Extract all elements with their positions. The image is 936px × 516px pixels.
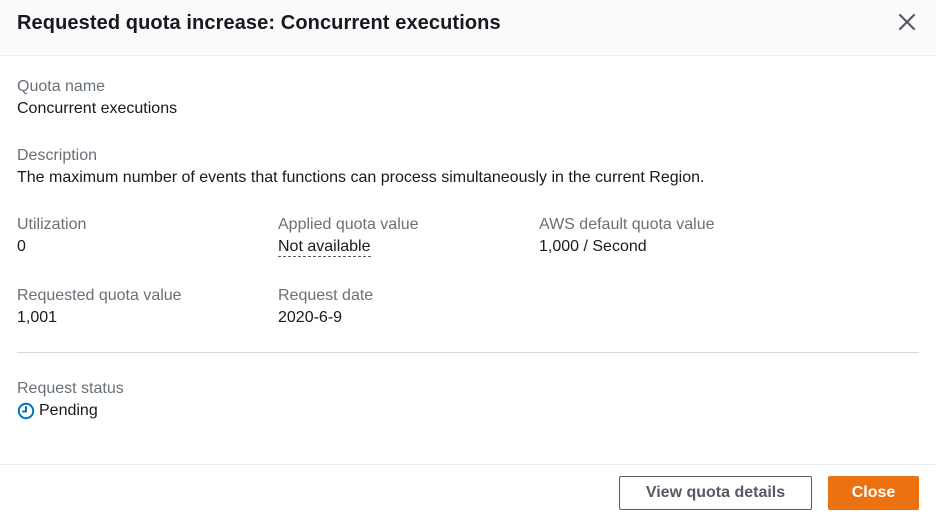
- modal-header: Requested quota increase: Concurrent exe…: [0, 0, 936, 56]
- section-divider: [17, 352, 919, 353]
- request-status-value: Pending: [39, 402, 98, 419]
- applied-quota-field: Applied quota value Not available: [278, 215, 419, 257]
- request-date-label: Request date: [278, 287, 374, 304]
- quota-name-label: Quota name: [17, 78, 106, 95]
- close-button[interactable]: Close: [828, 476, 919, 510]
- utilization-label: Utilization: [17, 216, 87, 233]
- requested-quota-label: Requested quota value: [17, 287, 182, 304]
- description-value: The maximum number of events that functi…: [17, 169, 705, 186]
- applied-quota-label: Applied quota value: [278, 216, 419, 233]
- utilization-field: Utilization 0: [17, 215, 86, 257]
- clock-icon: [17, 402, 35, 420]
- requested-quota-field: Requested quota value 1,001: [17, 286, 182, 328]
- aws-default-quota-label: AWS default quota value: [539, 216, 715, 233]
- request-status-field: Request status Pending: [17, 379, 124, 421]
- description-field: Description The maximum number of events…: [17, 146, 704, 188]
- aws-default-quota-value: 1,000 / Second: [539, 238, 647, 255]
- quota-name-field: Quota name Concurrent executions: [17, 77, 177, 119]
- request-date-field: Request date 2020-6-9: [278, 286, 373, 328]
- requested-quota-value: 1,001: [17, 309, 58, 326]
- applied-quota-value[interactable]: Not available: [278, 238, 371, 257]
- description-label: Description: [17, 147, 98, 164]
- request-date-value: 2020-6-9: [278, 309, 343, 326]
- quota-name-value: Concurrent executions: [17, 100, 178, 117]
- quota-request-modal: Requested quota increase: Concurrent exe…: [0, 0, 936, 516]
- view-quota-details-button[interactable]: View quota details: [619, 476, 812, 510]
- modal-footer: View quota details Close: [0, 464, 936, 516]
- close-icon[interactable]: [897, 12, 917, 32]
- modal-title: Requested quota increase: Concurrent exe…: [17, 12, 501, 34]
- aws-default-quota-field: AWS default quota value 1,000 / Second: [539, 215, 715, 257]
- request-status-label: Request status: [17, 380, 124, 397]
- utilization-value: 0: [17, 238, 26, 255]
